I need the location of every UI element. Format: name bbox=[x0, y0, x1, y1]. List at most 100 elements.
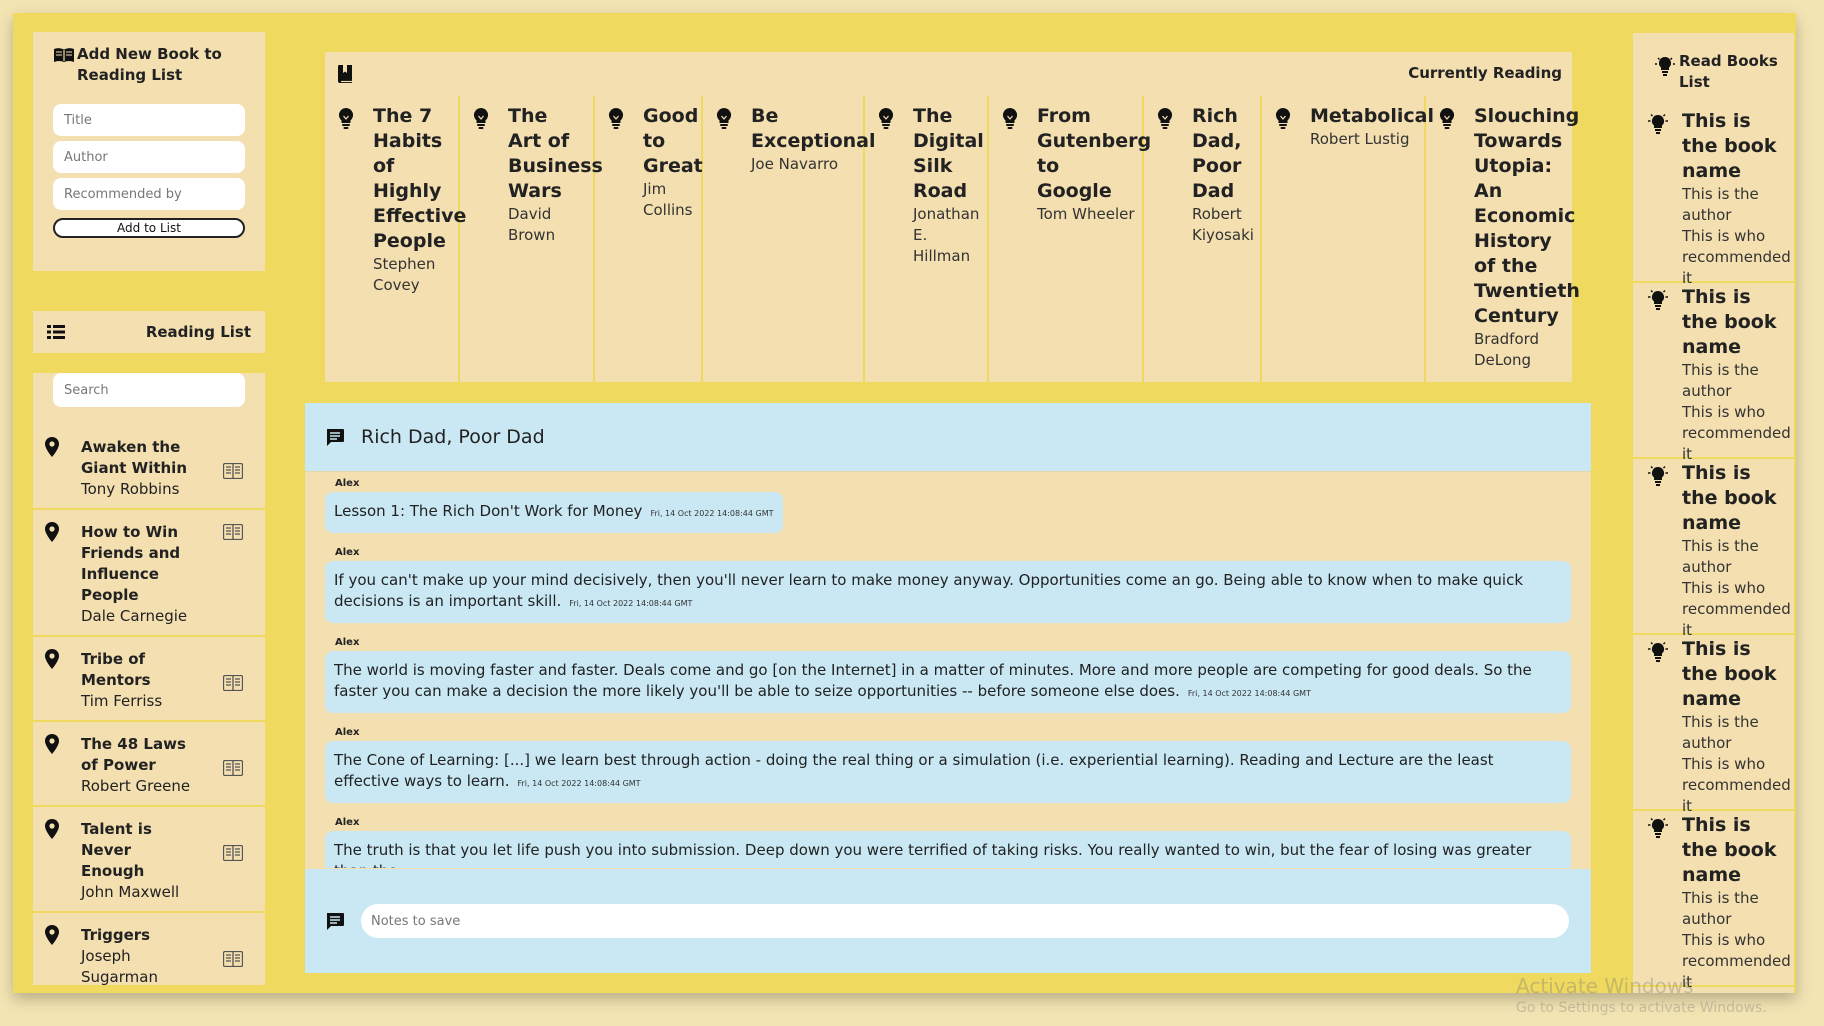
reading-list-item-author: Dale Carnegie bbox=[81, 607, 188, 625]
current-book[interactable]: The Digital Silk Road Jonathan E. Hillman bbox=[865, 96, 989, 382]
lightbulb-icon bbox=[1647, 465, 1669, 491]
read-book-author: This is the author bbox=[1682, 713, 1759, 752]
start-reading-icon[interactable] bbox=[222, 759, 244, 780]
read-book-recommended: This is who recommended it bbox=[1682, 755, 1791, 815]
read-books-panel: Read Books List This is the book name Thi… bbox=[1633, 33, 1794, 993]
note-bubble: If you can't make up your mind decisivel… bbox=[325, 561, 1571, 623]
read-books-header: Read Books List bbox=[1633, 33, 1794, 107]
reading-list-item-title: The 48 Laws of Power bbox=[81, 735, 186, 774]
current-book-title: The Digital Silk Road bbox=[913, 105, 984, 202]
current-book[interactable]: Metabolical Robert Lustig bbox=[1262, 96, 1434, 382]
left-sidebar: Add New Book to Reading List Title Autho… bbox=[33, 32, 265, 985]
notes-header: Rich Dad, Poor Dad bbox=[305, 403, 1591, 472]
read-book-item[interactable]: This is the book name This is the author T… bbox=[1633, 459, 1794, 639]
current-book-title: Metabolical bbox=[1310, 105, 1434, 127]
read-book-title: This is the book name bbox=[1682, 286, 1777, 358]
lightbulb-icon bbox=[1156, 107, 1174, 134]
read-book-author: This is the author bbox=[1682, 361, 1759, 400]
recommended-by-input[interactable]: Recommended by bbox=[53, 178, 245, 210]
lightbulb-icon bbox=[1001, 107, 1019, 134]
add-to-list-button[interactable]: Add to List bbox=[53, 218, 245, 238]
watermark-line2: Go to Settings to activate Windows. bbox=[1516, 1000, 1767, 1016]
current-book[interactable]: The 7 Habits of Highly Effective People S… bbox=[325, 96, 467, 382]
start-reading-icon[interactable] bbox=[222, 674, 244, 695]
read-books-title: Read Books List bbox=[1679, 52, 1778, 91]
lightbulb-icon bbox=[472, 107, 490, 134]
current-book[interactable]: Be Exceptional Joe Navarro bbox=[703, 96, 876, 382]
currently-reading-panel: Currently Reading The 7 Habits of Highly… bbox=[325, 52, 1580, 382]
add-book-card: Add New Book to Reading List Title Autho… bbox=[33, 32, 265, 271]
current-book[interactable]: From Gutenberg to Google Tom Wheeler bbox=[989, 96, 1151, 382]
notes-book-title: Rich Dad, Poor Dad bbox=[361, 426, 545, 448]
title-input[interactable]: Title bbox=[53, 104, 245, 136]
reading-list-item-author: Robert Greene bbox=[81, 777, 191, 795]
read-book-item[interactable]: This is the book name This is the author T… bbox=[1633, 811, 1794, 991]
note-bubble: Lesson 1: The Rich Don't Work for Money F… bbox=[325, 492, 783, 533]
read-book-item[interactable]: This is the book name This is the author T… bbox=[1633, 635, 1794, 815]
reading-list-item[interactable]: Triggers Joseph Sugarman bbox=[33, 913, 265, 985]
pin-icon bbox=[45, 522, 59, 546]
note-text: The world is moving faster and faster. D… bbox=[334, 661, 1532, 700]
current-book[interactable]: Rich Dad, Poor Dad Robert Kiyosaki bbox=[1144, 96, 1262, 382]
lightbulb-icon bbox=[1647, 817, 1669, 843]
read-book-item[interactable]: This is the book name This is the author T… bbox=[1633, 283, 1794, 463]
pin-icon bbox=[45, 649, 59, 673]
lightbulb-icon bbox=[1438, 107, 1456, 134]
notes-input[interactable]: Notes to save bbox=[361, 904, 1569, 938]
lightbulb-icon bbox=[1647, 289, 1669, 315]
note: Alex Lesson 1: The Rich Don't Work for Mo… bbox=[325, 478, 1571, 533]
start-reading-icon[interactable] bbox=[222, 950, 244, 971]
note-timestamp: Fri, 14 Oct 2022 14:08:44 GMT bbox=[569, 599, 693, 608]
note-user: Alex bbox=[335, 637, 360, 648]
reading-list-item[interactable]: Talent is Never Enough John Maxwell bbox=[33, 807, 265, 913]
reading-list-item[interactable]: The 48 Laws of Power Robert Greene bbox=[33, 722, 265, 807]
add-book-form: Title Author Recommended by Add to List bbox=[53, 104, 245, 238]
read-book-author: This is the author bbox=[1682, 889, 1759, 928]
start-reading-icon[interactable] bbox=[222, 844, 244, 865]
notes-panel: Rich Dad, Poor Dad Alex Lesson 1: The Ric… bbox=[305, 403, 1591, 973]
read-book-recommended: This is who recommended it bbox=[1682, 403, 1791, 463]
current-book[interactable]: Slouching Towards Utopia: An Economic Hi… bbox=[1426, 96, 1580, 382]
reading-list-item-title: Talent is Never Enough bbox=[81, 820, 152, 880]
start-reading-icon[interactable] bbox=[222, 462, 244, 483]
reading-list-item-author: Tim Ferriss bbox=[81, 692, 163, 710]
note: Alex If you can't make up your mind decis… bbox=[325, 547, 1571, 623]
note-user: Alex bbox=[335, 817, 360, 828]
reading-list-panel: Search Awaken the Giant Within Tony Robbi… bbox=[33, 373, 265, 985]
read-books-list: This is the book name This is the author T… bbox=[1633, 107, 1794, 991]
current-book-author: Robert Lustig bbox=[1310, 130, 1410, 148]
author-input[interactable]: Author bbox=[53, 141, 245, 173]
current-book-title: The Art of Business Wars bbox=[508, 105, 603, 202]
current-book-author: Tom Wheeler bbox=[1037, 205, 1135, 223]
current-book-title: Good to Great bbox=[643, 105, 703, 177]
list-icon bbox=[47, 325, 65, 339]
current-book[interactable]: The Art of Business Wars David Brown bbox=[460, 96, 603, 382]
note-bubble: The Cone of Learning: [...] we learn bes… bbox=[325, 741, 1571, 803]
search-input[interactable]: Search bbox=[53, 373, 245, 407]
reading-list-title: Reading List bbox=[145, 323, 251, 341]
current-book-author: David Brown bbox=[508, 205, 556, 244]
current-book-title: The 7 Habits of Highly Effective People bbox=[373, 105, 467, 252]
reading-list-item-title: Awaken the Giant Within bbox=[81, 438, 188, 477]
windows-watermark: Activate Windows Go to Settings to activ… bbox=[1516, 974, 1767, 1016]
pin-icon bbox=[45, 734, 59, 758]
reading-list-header: Reading List bbox=[33, 311, 265, 353]
message-icon bbox=[327, 428, 344, 446]
current-book[interactable]: Good to Great Jim Collins bbox=[595, 96, 703, 382]
pin-icon bbox=[45, 437, 59, 461]
reading-list: Awaken the Giant Within Tony Robbins How t… bbox=[33, 425, 265, 985]
start-reading-icon[interactable] bbox=[222, 523, 244, 544]
lightbulb-icon bbox=[1655, 56, 1675, 76]
note-user: Alex bbox=[335, 478, 360, 489]
current-book-author: Jonathan E. Hillman bbox=[913, 205, 980, 265]
note-text: Lesson 1: The Rich Don't Work for Money bbox=[334, 502, 643, 520]
note-timestamp: Fri, 14 Oct 2022 14:08:44 GMT bbox=[650, 509, 774, 518]
reading-list-item[interactable]: Tribe of Mentors Tim Ferriss bbox=[33, 637, 265, 722]
reading-list-item[interactable]: How to Win Friends and Influence People D… bbox=[33, 510, 265, 637]
notes-list: Alex Lesson 1: The Rich Don't Work for Mo… bbox=[305, 472, 1591, 868]
reading-list-item[interactable]: Awaken the Giant Within Tony Robbins bbox=[33, 425, 265, 510]
pin-icon bbox=[45, 925, 59, 949]
note-bubble: The truth is that you let life push you … bbox=[325, 831, 1571, 868]
read-book-item[interactable]: This is the book name This is the author T… bbox=[1633, 107, 1794, 287]
read-book-title: This is the book name bbox=[1682, 462, 1777, 534]
